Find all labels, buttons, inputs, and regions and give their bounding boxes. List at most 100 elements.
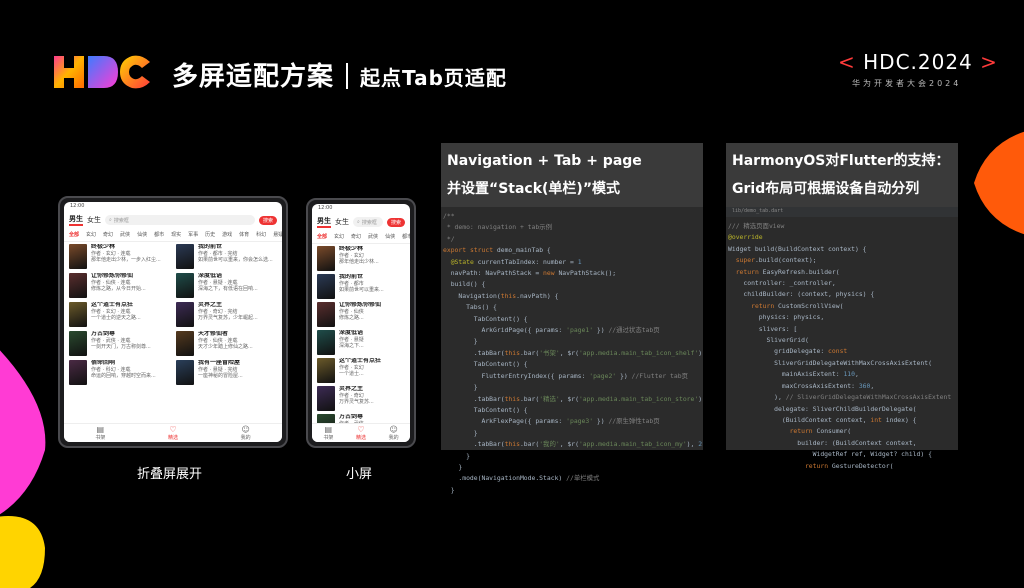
book-item[interactable]: 我有一座冒险屋 作者 · 悬疑 · 完结 一座神秘的冒险屋... (176, 360, 277, 385)
panel-heading: HarmonyOS对Flutter的支持： Grid布局可根据设备自动分列 (726, 143, 958, 207)
book-cover (317, 358, 335, 383)
category-bar: 全部玄幻奇幻武侠仙侠都市 (312, 230, 410, 244)
code-line: controller: _controller, (728, 279, 836, 288)
search-input[interactable]: ⌕ 搜索框 (105, 215, 255, 225)
tab-male[interactable]: 男生 (317, 216, 331, 228)
book-item[interactable]: 我的前世 作者 · 都市 如果前世可以重来... (317, 274, 405, 299)
search-icon: ⌕ (109, 217, 112, 223)
book-item[interactable]: 我的前世 作者 · 都市 · 完结 如果前世可以重来，你会怎么选... (176, 244, 277, 269)
code-line: } (443, 337, 478, 346)
search-button[interactable]: 搜索 (386, 217, 405, 227)
hdc-brand: < HDC.2024 > (838, 50, 998, 74)
code-line: return EasyRefresh.builder( (735, 267, 840, 276)
book-item[interactable]: 万古剑尊 作者 · 武侠 · 连载 一剑开天门，万古称剑尊... (69, 331, 170, 356)
book-item[interactable]: 这个道士有点狂 作者 · 玄幻 · 连载 一个道士的逆天之路... (69, 302, 170, 327)
file-tab[interactable]: lib/demo_tab.dart (726, 207, 958, 217)
book-info: 终极少林 作者 · 玄幻 那年他走出少林... (339, 246, 379, 271)
code-line: mainAxisExtent: 110, (728, 370, 859, 379)
tab-female[interactable]: 女生 (87, 215, 101, 225)
book-desc: 万界灵气复苏，少年崛起... (198, 315, 258, 321)
book-item[interactable]: 让你修炼你修仙 作者 · 仙侠 · 连载 修炼之路，从今日开始... (69, 273, 170, 298)
book-item[interactable]: 终极少林 作者 · 玄幻 那年他走出少林... (317, 246, 405, 271)
book-info: 万古剑尊 作者 · 武侠 · 连载 一剑开天门，万古称剑尊... (91, 331, 151, 356)
book-info: 这个道士有点狂 作者 · 玄幻 · 连载 一个道士的逆天之路... (91, 302, 141, 327)
book-cover (69, 302, 87, 327)
category-tab[interactable]: 仙侠 (137, 231, 147, 238)
nav-icon: ♡ (169, 424, 177, 434)
code-line: } (443, 462, 463, 471)
book-item[interactable]: 让你修炼你修仙 作者 · 仙侠 修炼之路... (317, 302, 405, 327)
book-grid: 终极少林 作者 · 玄幻 · 连载 那年他走出少林，一步入红尘... 我的前世 作者 ·… (64, 242, 282, 387)
book-cover (317, 246, 335, 271)
nav-icon: ▤ (324, 424, 333, 434)
brand-text: HDC.2024 (863, 50, 973, 74)
category-tab[interactable]: 科幻 (256, 231, 266, 238)
tab-male[interactable]: 男生 (69, 214, 83, 226)
book-item[interactable]: 天才修仙者 作者 · 仙侠 · 连载 天才少年踏上修仙之路... (176, 331, 277, 356)
book-item[interactable]: 灵界之主 作者 · 奇幻 · 完结 万界灵气复苏，少年崛起... (176, 302, 277, 327)
category-tab[interactable]: 悬疑 (273, 231, 282, 238)
category-tab[interactable]: 武侠 (368, 233, 378, 240)
category-tab[interactable]: 全部 (317, 233, 327, 240)
book-desc: 深海之下，有低语在回响... (198, 286, 258, 292)
book-cover (317, 330, 335, 355)
book-info: 灵界之主 作者 · 奇幻 · 完结 万界灵气复苏，少年崛起... (198, 302, 258, 327)
code-line: navPath: NavPathStack = new NavPathStack… (443, 269, 617, 278)
code-line: FlutterEntryIndex({ params: 'page2' }) /… (443, 371, 688, 380)
book-item[interactable]: 深度低语 作者 · 悬疑 深海之下... (317, 330, 405, 355)
nav-item[interactable]: ♡ 精选 (355, 425, 366, 441)
nav-item[interactable]: ☺ 我的 (241, 425, 251, 441)
decor-blob-yellow (0, 516, 45, 588)
search-input[interactable]: ⌕ 搜索框 (353, 217, 383, 227)
nav-label: 精选 (355, 434, 366, 441)
caption-small: 小屏 (346, 467, 373, 482)
book-item[interactable]: 宿命回响 作者 · 科幻 · 连载 命运的回响，穿越时空而来... (69, 360, 170, 385)
search-placeholder: 搜索框 (361, 219, 377, 226)
book-item[interactable]: 灵界之主 作者 · 奇幻 万界灵气复苏... (317, 386, 405, 411)
category-tab[interactable]: 全部 (69, 231, 79, 238)
nav-item[interactable]: ♡ 精选 (167, 424, 178, 441)
category-tab[interactable]: 现实 (171, 231, 181, 238)
category-tab[interactable]: 游戏 (222, 231, 232, 238)
category-tab[interactable]: 历史 (205, 231, 215, 238)
code-line: physics: physics, (728, 313, 825, 322)
code-line: .tabBar(this.bar('精选', $r('app.media.mai… (443, 394, 703, 403)
book-info: 宿命回响 作者 · 科幻 · 连载 命运的回响，穿越时空而来... (91, 360, 156, 385)
book-info: 我的前世 作者 · 都市 如果前世可以重来... (339, 274, 384, 299)
status-bar: 12:00 (70, 203, 85, 209)
category-tab[interactable]: 都市 (154, 231, 164, 238)
nav-item[interactable]: ☺ 我的 (389, 425, 399, 441)
category-tab[interactable]: 武侠 (120, 231, 130, 238)
code-block: /// 精选页面view @override Widget build(BuildC… (726, 217, 958, 476)
book-info: 终极少林 作者 · 玄幻 · 连载 那年他走出少林，一步入红尘... (91, 244, 161, 269)
book-item[interactable]: 这个道士有点狂 作者 · 玄幻 一个道士... (317, 358, 405, 383)
book-info: 深度低语 作者 · 悬疑 · 连载 深海之下，有低语在回响... (198, 273, 258, 298)
category-tab[interactable]: 仙侠 (385, 233, 395, 240)
nav-label: 精选 (167, 434, 178, 441)
category-tab[interactable]: 军事 (188, 231, 198, 238)
category-tab[interactable]: 奇幻 (351, 233, 361, 240)
category-tab[interactable]: 奇幻 (103, 231, 113, 238)
nav-item[interactable]: ▤ 书架 (323, 424, 333, 441)
category-tab[interactable]: 都市 (402, 233, 410, 240)
book-item[interactable]: 终极少林 作者 · 玄幻 · 连载 那年他走出少林，一步入红尘... (69, 244, 170, 269)
title-main: 多屏适配方案 (172, 62, 335, 92)
category-tab[interactable]: 玄幻 (334, 233, 344, 240)
code-line: builder: (BuildContext context, (728, 438, 917, 447)
code-line: .mode(NavigationMode.Stack) //单栏模式 (443, 474, 600, 483)
book-desc: 如果前世可以重来，你会怎么选... (198, 257, 273, 263)
category-tab[interactable]: 玄幻 (86, 231, 96, 238)
book-cover (176, 360, 194, 385)
book-item[interactable]: 深度低语 作者 · 悬疑 · 连载 深海之下，有低语在回响... (176, 273, 277, 298)
decor-blob-pink (0, 350, 46, 515)
search-button[interactable]: 搜索 (258, 215, 277, 225)
code-line: build() { (443, 280, 486, 289)
nav-label: 书架 (95, 434, 106, 441)
book-title: 我有一座冒险屋 (198, 360, 241, 366)
code-line: @override (728, 233, 763, 242)
nav-item[interactable]: ▤ 书架 (95, 425, 106, 441)
tab-female[interactable]: 女生 (335, 217, 349, 227)
category-tab[interactable]: 体育 (239, 231, 249, 238)
code-line: Navigation(this.navPath) { (443, 291, 559, 300)
book-desc: 天才少年踏上修仙之路... (198, 344, 253, 350)
